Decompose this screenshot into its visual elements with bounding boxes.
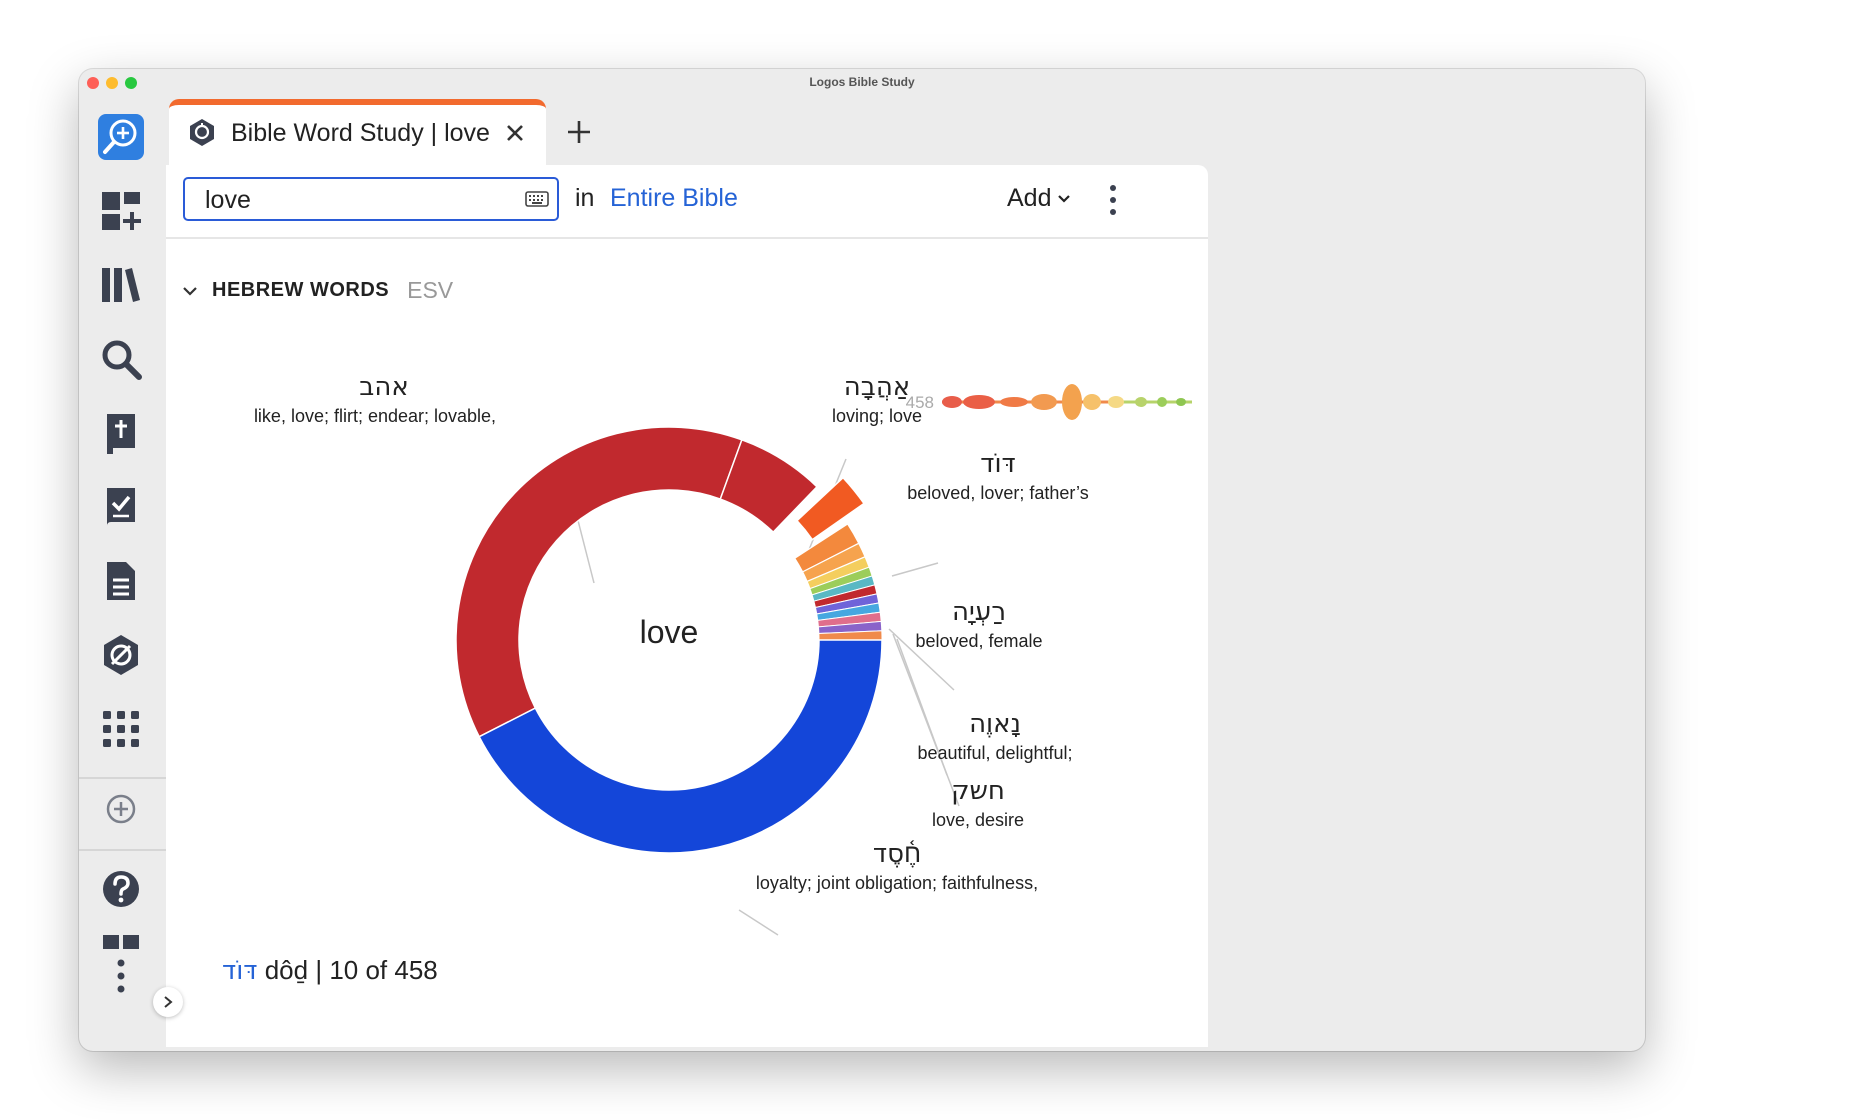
more-vertical-icon — [117, 959, 125, 993]
library-icon — [102, 268, 140, 302]
help-icon — [103, 871, 139, 907]
sidebar — [79, 97, 166, 1051]
selection-status: דּוֹד dôḏ | 10 of 458 — [222, 955, 438, 986]
app-window: Logos Bible Study Bible Word Study | lov… — [79, 69, 1645, 1051]
guide-search-icon — [98, 114, 144, 160]
sidebar-tools-button[interactable] — [96, 704, 146, 754]
slice-ahab[interactable] — [455, 426, 743, 738]
sidebar-divider — [79, 849, 166, 851]
label-naveh-gloss: beautiful, delightful; — [917, 743, 1072, 763]
sidebar-library-button[interactable] — [96, 260, 146, 310]
sidebar-search-guide-button[interactable] — [96, 112, 146, 162]
label-ahavah-gloss: loving; love — [832, 406, 922, 426]
search-icon — [102, 340, 142, 380]
label-ahab-word[interactable]: אהב — [359, 372, 408, 402]
hebrew-words-donut-chart: 458 love אהב like, love; flirt; endear; … — [254, 372, 1192, 936]
bible-icon — [107, 414, 135, 454]
label-ahab-gloss: like, love; flirt; endear; lovable, — [254, 406, 496, 426]
label-hesed-word[interactable]: חֶ֫סֶד — [873, 839, 921, 869]
sidebar-reading-plan-button[interactable] — [96, 482, 146, 532]
slice-hesed[interactable] — [478, 639, 883, 854]
sidebar-panels-button[interactable] — [96, 919, 146, 953]
sidebar-layouts-button[interactable] — [96, 186, 146, 236]
label-ahavah-word[interactable]: אַהֲבָה — [844, 372, 910, 402]
tab-bible-word-study[interactable]: Bible Word Study | love — [169, 99, 546, 165]
donut-center-label: love — [640, 614, 699, 650]
sidebar-more-button[interactable] — [96, 953, 146, 1003]
usage-timeline: 458 — [906, 384, 1192, 420]
close-tab-icon[interactable] — [501, 119, 529, 147]
sidebar-divider — [79, 777, 166, 779]
panels-icon — [103, 935, 139, 949]
selected-word[interactable]: דּוֹד — [222, 956, 257, 986]
selected-count: 10 of 458 — [329, 955, 438, 985]
document-icon — [107, 562, 135, 600]
label-dod-gloss: beloved, lover; father’s — [907, 483, 1088, 503]
label-reyah-gloss: beloved, female — [915, 631, 1042, 651]
sidebar-documents-button[interactable] — [96, 556, 146, 606]
add-circle-icon — [106, 794, 136, 824]
label-hashaq-word[interactable]: חשק — [951, 776, 1005, 806]
factbook-icon — [104, 635, 138, 675]
word-study-icon — [190, 119, 214, 146]
window-title: Logos Bible Study — [809, 75, 915, 89]
new-tab-icon[interactable] — [564, 117, 594, 147]
selected-translit: dôḏ — [264, 955, 309, 985]
grid-icon — [103, 711, 139, 747]
word-study-panel: in Entire Bible Add HEBREW WORDS ESV 458 — [166, 165, 1208, 1047]
sidebar-bible-button[interactable] — [96, 408, 146, 458]
label-hesed-gloss: loyalty; joint obligation; faithfulness, — [756, 873, 1038, 893]
sidebar-factbook-button[interactable] — [96, 630, 146, 680]
label-reyah-word[interactable]: רַעְיָה — [952, 597, 1006, 627]
label-naveh-word[interactable]: נָאוֶה — [969, 709, 1021, 739]
label-hashaq-gloss: love, desire — [932, 810, 1024, 830]
expand-sidebar-button[interactable] — [153, 987, 183, 1017]
chevron-right-icon — [164, 996, 173, 1008]
checklist-book-icon — [107, 488, 135, 526]
label-dod-word[interactable]: דּוֹד — [980, 449, 1015, 479]
title-bar: Logos Bible Study — [79, 69, 1645, 97]
sidebar-help-button[interactable] — [96, 864, 146, 914]
tab-title: Bible Word Study | love — [231, 119, 490, 147]
sidebar-search-button[interactable] — [96, 334, 146, 384]
sidebar-add-button[interactable] — [96, 784, 146, 834]
layouts-icon — [102, 192, 141, 230]
